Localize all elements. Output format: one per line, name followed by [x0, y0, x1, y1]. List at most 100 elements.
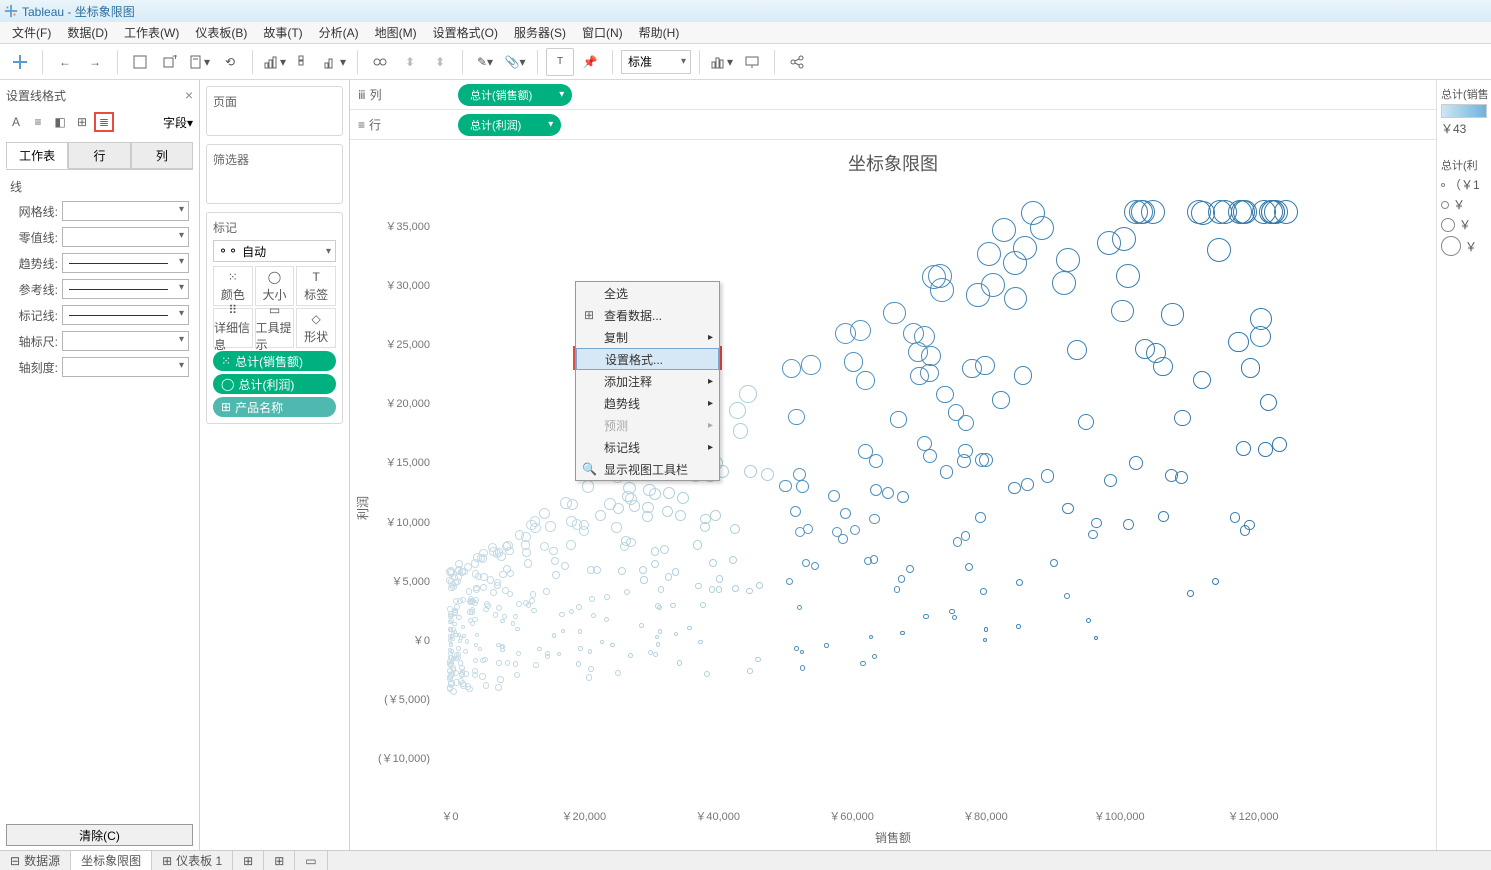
data-point[interactable] [474, 643, 478, 647]
data-point[interactable] [511, 621, 516, 626]
data-point[interactable] [1260, 394, 1277, 411]
format-close-button[interactable]: × [185, 87, 193, 103]
new-datasource-button[interactable]: + [156, 48, 184, 76]
data-point[interactable] [545, 654, 550, 659]
data-point[interactable] [1129, 456, 1143, 470]
data-point[interactable] [1112, 227, 1136, 251]
data-point[interactable] [470, 598, 476, 604]
data-point[interactable] [709, 559, 717, 567]
rows-pill[interactable]: 总计(利润) [458, 114, 561, 136]
data-point[interactable] [524, 559, 532, 567]
data-point[interactable] [461, 625, 466, 630]
data-point[interactable] [604, 594, 610, 600]
data-point[interactable] [962, 359, 981, 378]
data-point[interactable] [613, 503, 624, 514]
data-point[interactable] [965, 563, 973, 571]
data-point[interactable] [500, 619, 505, 624]
ctx-trend[interactable]: 趋势线▸ [576, 392, 719, 414]
data-point[interactable] [700, 602, 706, 608]
data-point[interactable] [582, 480, 595, 493]
data-point[interactable] [1236, 441, 1251, 456]
data-point[interactable] [500, 644, 504, 648]
data-point[interactable] [730, 524, 740, 534]
data-point[interactable] [569, 609, 574, 614]
mark-pill-product[interactable]: ⊞产品名称 [213, 397, 336, 417]
data-point[interactable] [801, 355, 820, 374]
data-point[interactable] [561, 562, 569, 570]
data-point[interactable] [588, 649, 593, 654]
ctx-annotate[interactable]: 添加注释▸ [576, 370, 719, 392]
data-point[interactable] [610, 643, 614, 647]
tab-dashboard[interactable]: ⊞仪表板 1 [152, 851, 233, 870]
data-point[interactable] [651, 547, 660, 556]
data-point[interactable] [793, 468, 806, 481]
data-point[interactable] [786, 578, 793, 585]
new-dashboard-tab[interactable]: ⊞ [264, 851, 295, 870]
data-point[interactable] [479, 673, 485, 679]
data-point[interactable] [576, 604, 582, 610]
data-point[interactable] [475, 633, 479, 637]
data-point[interactable] [653, 652, 658, 657]
fit-dropdown[interactable]: 标准 [621, 50, 691, 74]
data-point[interactable] [779, 480, 792, 493]
data-point[interactable] [1207, 238, 1231, 262]
viz-canvas[interactable]: 坐标象限图 利润 销售额 ￥35,000￥30,000￥25,000￥20,00… [350, 140, 1436, 850]
labels-button[interactable]: T [546, 48, 574, 76]
data-point[interactable] [615, 670, 621, 676]
menu-window[interactable]: 窗口(N) [576, 22, 629, 43]
data-point[interactable] [687, 626, 692, 631]
data-point[interactable] [898, 575, 905, 582]
data-point[interactable] [533, 662, 539, 668]
data-point[interactable] [658, 586, 665, 593]
data-point[interactable] [850, 525, 860, 535]
share-button[interactable] [783, 48, 811, 76]
data-point[interactable] [540, 542, 549, 551]
data-point[interactable] [494, 579, 501, 586]
menu-dashboard[interactable]: 仪表板(B) [189, 22, 253, 43]
data-point[interactable] [782, 359, 801, 378]
data-point[interactable] [449, 643, 453, 647]
menu-data[interactable]: 数据(D) [61, 22, 114, 43]
data-point[interactable] [513, 661, 518, 666]
menu-help[interactable]: 帮助(H) [633, 22, 686, 43]
data-point[interactable] [906, 565, 914, 573]
mark-color-button[interactable]: ⁙颜色 [213, 266, 253, 306]
data-point[interactable] [459, 636, 463, 640]
data-point[interactable] [704, 671, 710, 677]
mark-pill-sales[interactable]: ⁙总计(销售额) [213, 351, 336, 371]
data-point[interactable] [811, 562, 819, 570]
clip-button[interactable]: 📎▾ [501, 48, 529, 76]
data-point[interactable] [604, 617, 609, 622]
data-point[interactable] [552, 571, 560, 579]
reflines-select[interactable] [62, 279, 189, 299]
data-point[interactable] [894, 586, 901, 593]
data-point[interactable] [979, 453, 993, 467]
data-point[interactable] [628, 653, 633, 658]
sort-asc-button[interactable] [291, 48, 319, 76]
data-point[interactable] [466, 588, 473, 595]
data-point[interactable] [1064, 593, 1070, 599]
group-button[interactable] [366, 48, 394, 76]
data-point[interactable] [447, 661, 452, 666]
data-point[interactable] [897, 491, 909, 503]
data-point[interactable] [649, 488, 661, 500]
data-point[interactable] [496, 605, 502, 611]
data-point[interactable] [530, 516, 541, 527]
data-point[interactable] [1013, 236, 1037, 260]
data-point[interactable] [698, 640, 702, 644]
ctx-select-all[interactable]: 全选 [576, 282, 719, 304]
data-point[interactable] [1021, 478, 1034, 491]
tab-datasource[interactable]: ⊟数据源 [0, 851, 71, 870]
data-point[interactable] [557, 652, 562, 657]
zerolines-select[interactable] [62, 227, 189, 247]
data-point[interactable] [992, 391, 1009, 408]
data-point[interactable] [495, 684, 502, 691]
data-point[interactable] [739, 385, 757, 403]
data-point[interactable] [922, 265, 946, 289]
data-point[interactable] [502, 587, 509, 594]
data-point[interactable] [655, 635, 659, 639]
trendlines-select[interactable] [62, 253, 189, 273]
data-point[interactable] [1016, 579, 1023, 586]
data-point[interactable] [493, 549, 502, 558]
ctx-droplines[interactable]: 标记线▸ [576, 436, 719, 458]
